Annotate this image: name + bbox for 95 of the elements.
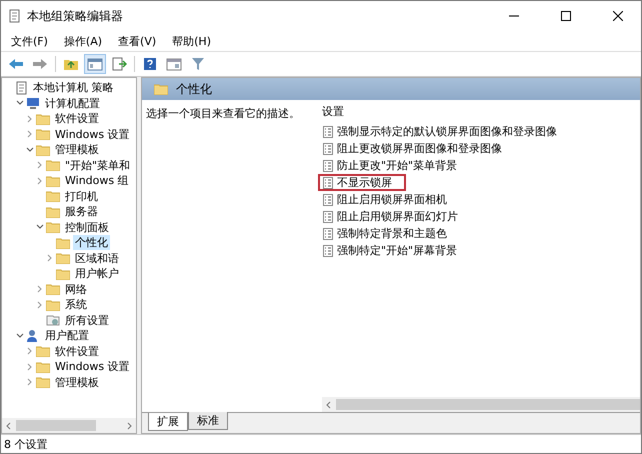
tree-item[interactable]: 控制面板 [63,220,111,235]
folder-icon [46,159,60,172]
tree-item[interactable]: 所有设置 [63,312,111,328]
folder-icon [46,283,60,296]
folder-icon [46,221,60,234]
tree-item[interactable]: 打印机 [63,188,100,204]
setting-label: 强制特定背景和主题色 [337,226,447,241]
setting-label: 强制特定"开始"屏幕背景 [337,243,458,258]
status-text: 8 个设置 [4,436,48,452]
tree-item[interactable]: 系统 [63,297,89,312]
folder-icon [46,174,60,187]
tree-item[interactable]: 管理模板 [53,374,101,390]
folder-icon [56,268,70,280]
setting-row[interactable]: 阻止启用锁屏界面幻灯片 [318,208,463,225]
setting-row[interactable]: 强制特定背景和主题色 [318,225,452,242]
folder-icon [36,360,50,373]
highlighted-setting-row[interactable]: 不显示锁屏 [318,174,406,191]
policy-icon [323,126,333,138]
policy-icon [323,194,333,206]
tree-item[interactable]: 区域和语 [73,250,121,266]
folder-icon [36,112,50,125]
filter-icon [191,57,205,71]
tree-item[interactable]: 软件设置 [53,111,101,126]
policy-icon [323,244,333,256]
view-tab[interactable]: 标准 [188,412,228,430]
app-icon [9,9,21,23]
setting-label: 不显示锁屏 [337,175,392,190]
properties-pane-icon [166,58,182,70]
folder-icon [36,128,50,140]
scrollbar-thumb[interactable] [16,420,96,431]
tree-item[interactable]: 服务器 [63,204,100,220]
tree-item[interactable]: 用户帐户 [73,266,121,282]
column-header[interactable]: 设置 [322,104,344,119]
export-list-icon [111,57,127,71]
tree-item[interactable]: Windows 设置 [53,126,132,142]
policy-icon [323,228,333,240]
setting-label: 强制显示特定的默认锁屏界面图像和登录图像 [337,124,557,139]
forward-arrow-icon [32,58,48,70]
expanded-chevron-icon[interactable] [26,146,34,154]
folder-icon [46,206,60,218]
setting-label: 阻止启用锁屏界面幻灯片 [337,209,458,224]
menu-item[interactable]: 查看(V) [110,34,164,48]
folder-icon [56,252,70,264]
computer-icon [26,96,40,110]
tree-item[interactable]: "开始"菜单和 [63,158,132,173]
policy-icon [323,210,333,222]
user-icon [26,329,40,342]
setting-row[interactable]: 强制特定"开始"屏幕背景 [318,242,462,259]
tree-item[interactable]: 管理模板 [53,142,101,158]
tree-item[interactable]: 本地计算机 策略 [31,80,116,96]
scrollbar-thumb[interactable] [336,399,640,410]
menu-item[interactable]: 操作(A) [56,34,110,48]
description-text: 选择一个项目来查看它的描述。 [146,107,300,120]
folder-up-icon [63,57,79,71]
toolbar-button[interactable] [84,54,106,74]
folder-icon [36,345,50,358]
setting-label: 阻止更改锁屏界面图像和登录图像 [337,141,502,156]
expanded-chevron-icon[interactable] [16,332,24,340]
folder-icon [46,298,60,311]
folder-icon [36,144,50,156]
view-tab[interactable]: 扩展 [148,413,188,431]
setting-row[interactable]: 阻止更改锁屏界面图像和登录图像 [318,140,507,157]
policy-icon [323,142,333,154]
setting-label: 阻止启用锁屏界面相机 [337,192,447,207]
back-arrow-icon [8,58,24,70]
maximize-icon [561,11,571,21]
document-icon [16,80,28,95]
tree-item[interactable]: Windows 组 [63,173,131,188]
close-icon [613,11,623,21]
tree-item[interactable]: 个性化 [73,235,110,250]
window-title: 本地组策略编辑器 [27,8,124,24]
setting-label: 防止更改"开始"菜单背景 [337,158,458,173]
pane-title: 个性化 [176,80,212,98]
tree-item[interactable]: 计算机配置 [43,96,102,111]
tree-pane-icon [87,58,103,70]
menu-item[interactable]: 文件(F) [3,34,56,48]
setting-row[interactable]: 强制显示特定的默认锁屏界面图像和登录图像 [318,123,562,140]
folder-icon [56,236,70,249]
help-icon [143,57,157,71]
tree-item[interactable]: 用户配置 [43,328,91,344]
expanded-chevron-icon[interactable] [16,99,24,108]
policy-icon [323,176,333,188]
settings-icon [46,314,60,327]
tree-item[interactable]: Windows 设置 [53,359,132,374]
collapsed-chevron-icon[interactable] [46,254,54,262]
expanded-chevron-icon[interactable] [36,223,44,232]
folder-icon [154,83,168,95]
setting-row[interactable]: 阻止启用锁屏界面相机 [318,191,452,208]
folder-icon [46,190,60,202]
policy-icon [323,160,333,172]
folder-icon [36,376,50,388]
setting-row[interactable]: 防止更改"开始"菜单背景 [318,157,462,174]
tree-item[interactable]: 网络 [63,282,89,297]
tree-item[interactable]: 软件设置 [53,344,101,359]
menu-item[interactable]: 帮助(H) [164,34,219,48]
